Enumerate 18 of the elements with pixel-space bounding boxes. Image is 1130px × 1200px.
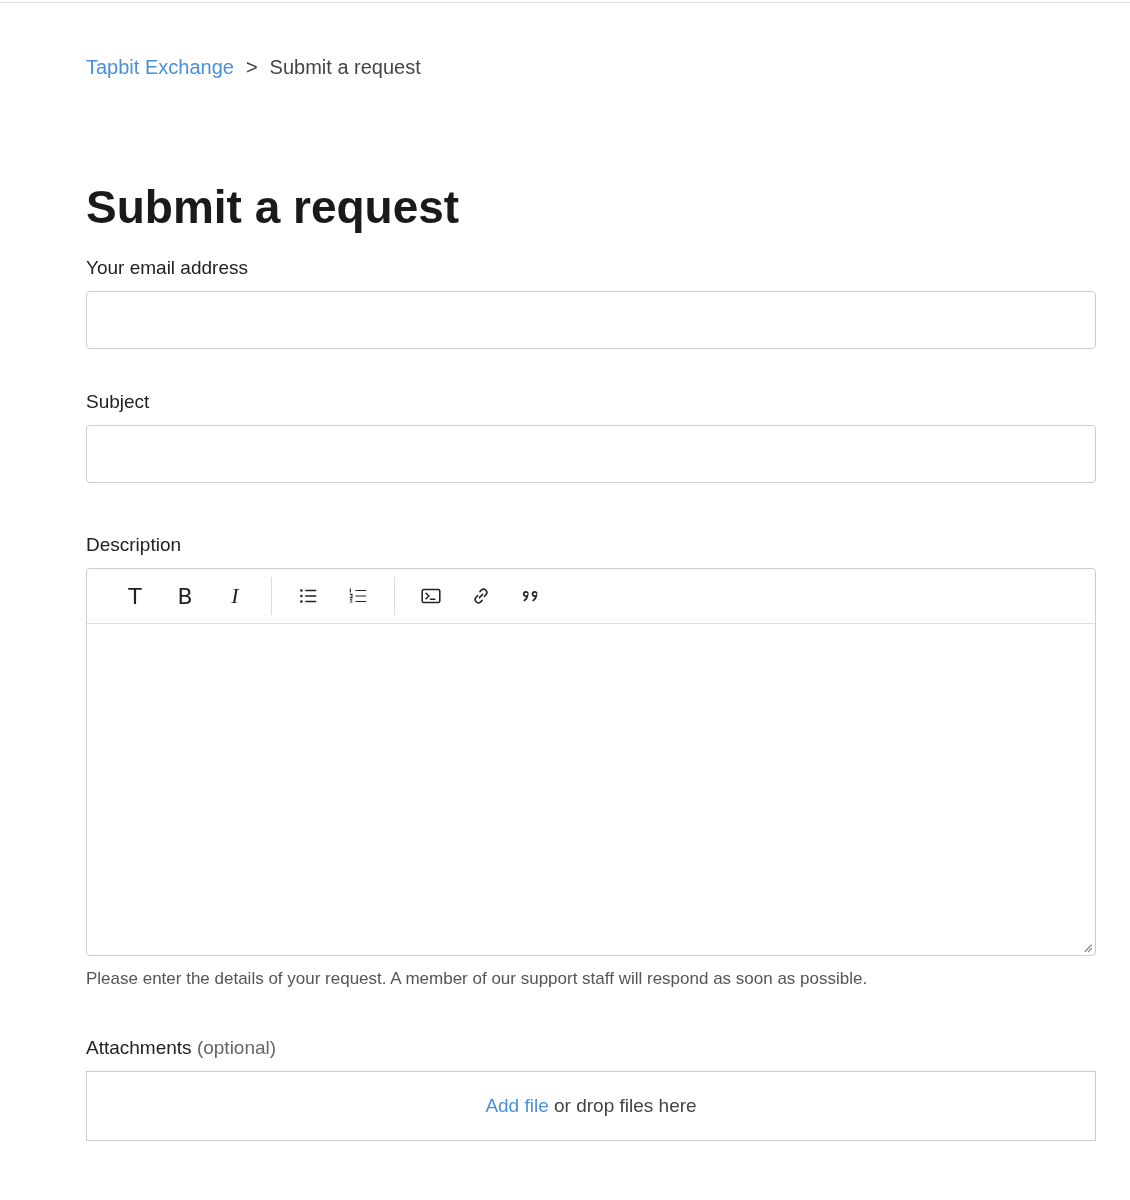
- optional-note: (optional): [196, 1037, 277, 1058]
- text-button[interactable]: T: [115, 578, 155, 614]
- resize-handle-icon[interactable]: [1081, 941, 1093, 953]
- drop-hint: or drop files here: [554, 1095, 697, 1116]
- text-editor[interactable]: T B I: [86, 568, 1096, 956]
- field-label: Subject: [86, 390, 151, 414]
- italic-button[interactable]: I: [215, 578, 255, 614]
- field-label: Attachments: [86, 1037, 192, 1058]
- field-label: Description: [86, 533, 183, 557]
- input-field[interactable]: [86, 425, 1096, 483]
- input-field[interactable]: [86, 291, 1096, 349]
- drop-zone[interactable]: Add file or drop files here: [86, 1071, 1096, 1141]
- breadcrumb-current: Submit a request: [269, 55, 421, 79]
- field-label: Your email address: [86, 256, 249, 280]
- page-title: Submit a request: [86, 180, 461, 235]
- help-text: Please enter the details of your request. A member of our support staff will respond as soon as possible.: [86, 968, 869, 990]
- bold-button[interactable]: B: [165, 578, 205, 614]
- breadcrumb-separator: >: [245, 55, 258, 79]
